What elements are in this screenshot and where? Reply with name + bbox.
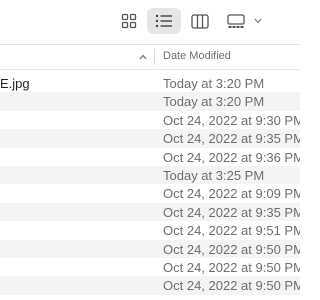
sort-ascending-chevron-icon[interactable]: [137, 51, 149, 63]
file-row[interactable]: Oct 24, 2022 at 9:30 PM: [0, 111, 300, 129]
file-date-modified: Oct 24, 2022 at 9:51 PM: [163, 223, 300, 239]
view-options-chevron-icon[interactable]: [252, 8, 264, 34]
file-row[interactable]: Oct 24, 2022 at 9:50 PM: [0, 276, 300, 295]
date-modified-column-header[interactable]: Date Modified: [163, 50, 231, 62]
file-date-modified: Oct 24, 2022 at 9:30 PM: [163, 112, 300, 128]
file-row[interactable]: E.jpg Today at 3:20 PM: [0, 74, 300, 92]
finder-window: Date Modified E.jpg Today at 3:20 PM Tod…: [0, 0, 300, 300]
toolbar: [0, 0, 300, 44]
file-date-modified: Oct 24, 2022 at 9:35 PM: [163, 204, 300, 220]
file-row[interactable]: Oct 24, 2022 at 9:35 PM: [0, 129, 300, 148]
column-view-button[interactable]: [185, 8, 215, 34]
file-date-modified: Oct 24, 2022 at 9:50 PM: [163, 278, 300, 294]
file-date-modified: Today at 3:20 PM: [163, 94, 265, 110]
file-date-modified: Today at 3:25 PM: [163, 167, 265, 183]
column-divider[interactable]: [154, 49, 155, 65]
file-row[interactable]: Today at 3:20 PM: [0, 92, 300, 111]
file-row[interactable]: Oct 24, 2022 at 9:51 PM: [0, 221, 300, 239]
column-header-row: Date Modified: [0, 44, 300, 70]
file-row[interactable]: Oct 24, 2022 at 9:09 PM: [0, 184, 300, 202]
file-name: E.jpg: [0, 76, 30, 91]
file-row[interactable]: Oct 24, 2022 at 9:35 PM: [0, 202, 300, 222]
icon-view-button[interactable]: [115, 8, 143, 34]
file-row[interactable]: Oct 24, 2022 at 9:50 PM: [0, 239, 300, 258]
file-date-modified: Oct 24, 2022 at 9:50 PM: [163, 241, 300, 257]
gallery-icon: [227, 13, 245, 28]
file-date-modified: Oct 24, 2022 at 9:36 PM: [163, 149, 300, 165]
grid-icon: [121, 13, 137, 29]
list-view-button[interactable]: [147, 8, 181, 34]
file-date-modified: Today at 3:20 PM: [163, 76, 265, 91]
file-list: E.jpg Today at 3:20 PM Today at 3:20 PM …: [0, 74, 300, 295]
file-date-modified: Oct 24, 2022 at 9:50 PM: [163, 259, 300, 275]
gallery-view-button[interactable]: [221, 8, 251, 34]
file-row[interactable]: Oct 24, 2022 at 9:36 PM: [0, 148, 300, 166]
columns-icon: [191, 13, 209, 29]
file-date-modified: Oct 24, 2022 at 9:35 PM: [163, 131, 300, 147]
file-row[interactable]: Oct 24, 2022 at 9:50 PM: [0, 258, 300, 276]
file-row[interactable]: Today at 3:25 PM: [0, 165, 300, 185]
list-icon: [155, 14, 172, 28]
file-date-modified: Oct 24, 2022 at 9:09 PM: [163, 186, 300, 202]
